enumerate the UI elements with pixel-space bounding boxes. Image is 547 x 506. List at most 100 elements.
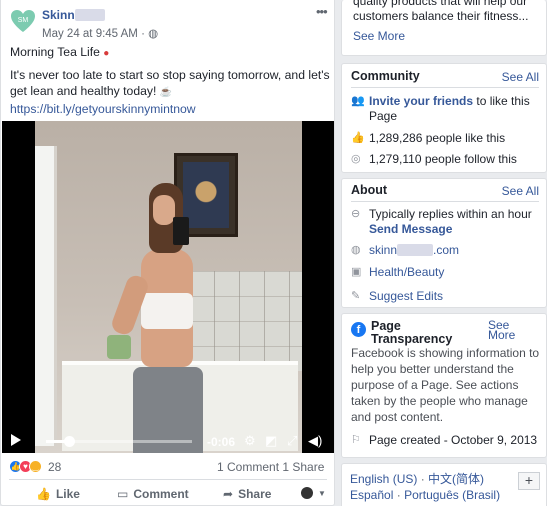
- pencil-icon: ✎: [351, 290, 361, 302]
- website-row: ◍ skinn .com: [351, 243, 459, 258]
- category-tag-icon: ▣: [351, 266, 362, 278]
- post-headline: Morning Tea Life: [10, 45, 100, 59]
- about-title: About: [351, 183, 388, 197]
- heart-eyes-emoji-icon: ●: [103, 48, 110, 59]
- likes-count: 1,289,286 people like this: [369, 131, 506, 145]
- transparency-title: Page Transparency: [371, 319, 453, 346]
- page-name[interactable]: Skinn: [42, 8, 105, 22]
- invite-friends-link[interactable]: Invite your friends: [369, 94, 473, 108]
- audience-selector[interactable]: ▼: [301, 487, 326, 499]
- page-transparency-card: f Page Transparency See More Facebook is…: [341, 313, 547, 458]
- like-button[interactable]: 👍 Like: [36, 487, 80, 501]
- about-snippet-text: quality products that will help our cust…: [353, 0, 529, 23]
- redacted-name: [74, 9, 105, 21]
- flag-icon: ⚐: [351, 434, 361, 446]
- page-avatar-small-icon: [301, 487, 313, 499]
- language-chinese-link[interactable]: 中文(简体): [428, 472, 484, 486]
- like-label: Like: [55, 487, 80, 501]
- about-card: About See All ⊖ Typically replies within…: [341, 178, 547, 308]
- speech-bubble-icon: ▭: [117, 487, 129, 501]
- languages-line-2: Español · Português (Brasil): [350, 488, 500, 503]
- post-card: SM Skinn May 24 at 9:45 AM · ◍ ••• Morni…: [0, 0, 335, 506]
- video-progress-track[interactable]: [46, 436, 192, 447]
- video-player[interactable]: -0:06 ⚙ ◩ ⤢ ◀): [2, 121, 334, 453]
- caret-down-icon: ▼: [318, 488, 326, 498]
- about-see-all-link[interactable]: See All: [502, 184, 539, 198]
- picture-in-picture-icon[interactable]: ◩: [265, 434, 277, 447]
- language-english-link[interactable]: English (US): [350, 472, 417, 486]
- response-row: ⊖ Typically replies within an hour Send …: [351, 207, 543, 237]
- about-snippet-card: quality products that will help our cust…: [341, 0, 547, 56]
- follows-count: 1,279,110 people follow this: [369, 152, 517, 166]
- invite-row: 👥 Invite your friends to like this Page: [351, 94, 543, 124]
- page-created-text: Page created - October 9, 2013: [369, 433, 538, 447]
- settings-gear-icon[interactable]: ⚙: [244, 434, 256, 447]
- avatar-monogram: SM: [18, 17, 29, 24]
- send-message-link[interactable]: Send Message: [369, 222, 452, 236]
- post-timestamp[interactable]: May 24 at 9:45 AM · ◍: [42, 26, 158, 40]
- date-separator: ·: [141, 28, 145, 40]
- globe-icon: ◍: [148, 28, 159, 40]
- transparency-body: Facebook is showing information to help …: [351, 346, 540, 424]
- share-count-link[interactable]: 1 Share: [282, 460, 324, 474]
- website-link[interactable]: skinn .com: [369, 243, 459, 258]
- community-see-all-link[interactable]: See All: [502, 70, 539, 84]
- reaction-count[interactable]: 28: [48, 460, 61, 474]
- post-link[interactable]: https://bit.ly/getyourskinnymintnow: [10, 102, 196, 116]
- language-separator: ·: [396, 488, 401, 502]
- video-person-shape: [107, 183, 207, 453]
- share-arrow-icon: ➦: [223, 487, 234, 501]
- page-avatar[interactable]: SM: [10, 8, 36, 34]
- fullscreen-icon[interactable]: ⤢: [287, 434, 297, 447]
- reaction-icons[interactable]: 👍 ♥ ‿: [9, 460, 42, 473]
- transparency-see-more-link[interactable]: See More: [488, 319, 528, 341]
- video-time-remaining: -0:06: [207, 435, 236, 449]
- facebook-logo-icon: f: [351, 322, 366, 337]
- redacted-website: [397, 244, 434, 256]
- category-row: ▣ Health/Beauty: [351, 265, 444, 280]
- share-label: Share: [238, 487, 272, 501]
- suggest-edits-link[interactable]: Suggest Edits: [369, 289, 443, 304]
- ellipsis-icon[interactable]: •••: [316, 4, 328, 19]
- language-portuguese-link[interactable]: Português (Brasil): [404, 488, 500, 502]
- haha-reaction-icon: ‿: [29, 460, 42, 473]
- page-created-row: ⚐ Page created - October 9, 2013: [351, 433, 537, 448]
- action-divider: [9, 479, 327, 480]
- thumbs-up-icon: 👍: [36, 487, 51, 501]
- website-end: .com: [433, 243, 460, 257]
- share-button[interactable]: ➦ Share: [223, 487, 271, 501]
- volume-icon[interactable]: ◀): [308, 434, 322, 447]
- see-more-link[interactable]: See More: [353, 29, 405, 44]
- languages-line-1: English (US) · 中文(简体): [350, 472, 484, 487]
- play-icon[interactable]: [11, 434, 21, 446]
- comment-label: Comment: [133, 487, 189, 501]
- globe-icon: ◍: [351, 244, 361, 256]
- follows-row: ◎ 1,279,110 people follow this: [351, 152, 517, 167]
- post-stats: 1 Comment 1 Share: [217, 460, 324, 474]
- suggest-edits-row: ✎ Suggest Edits: [351, 289, 443, 304]
- website-start: skinn: [369, 243, 398, 257]
- video-progress-handle[interactable]: [64, 436, 76, 447]
- language-spanish-link[interactable]: Español: [350, 488, 393, 502]
- category-link[interactable]: Health/Beauty: [369, 265, 444, 280]
- message-icon: ⊖: [351, 208, 361, 220]
- tea-emoji-icon: ☕: [159, 87, 173, 98]
- language-separator: ·: [420, 472, 425, 486]
- comment-button[interactable]: ▭ Comment: [117, 487, 189, 501]
- languages-card: English (US) · 中文(简体) Español · Portuguê…: [341, 463, 547, 506]
- community-divider: [351, 87, 539, 88]
- rss-follow-icon: ◎: [351, 153, 361, 165]
- post-text: Morning Tea Life ● It's never too late t…: [10, 44, 332, 122]
- add-language-button[interactable]: +: [518, 472, 540, 490]
- community-title: Community: [351, 69, 420, 83]
- page-name-text: Skinn: [42, 8, 75, 22]
- invite-friends-icon: 👥: [351, 95, 365, 107]
- about-divider: [351, 201, 539, 202]
- video-controls: -0:06 ⚙ ◩ ⤢ ◀): [2, 427, 334, 453]
- likes-row: 👍 1,289,286 people like this: [351, 131, 505, 146]
- reply-time-text: Typically replies within an hour: [369, 207, 532, 221]
- post-date: May 24 at 9:45 AM: [42, 28, 138, 40]
- video-window-shape: [35, 146, 57, 446]
- community-card: Community See All 👥 Invite your friends …: [341, 63, 547, 173]
- comment-count-link[interactable]: 1 Comment: [217, 460, 279, 474]
